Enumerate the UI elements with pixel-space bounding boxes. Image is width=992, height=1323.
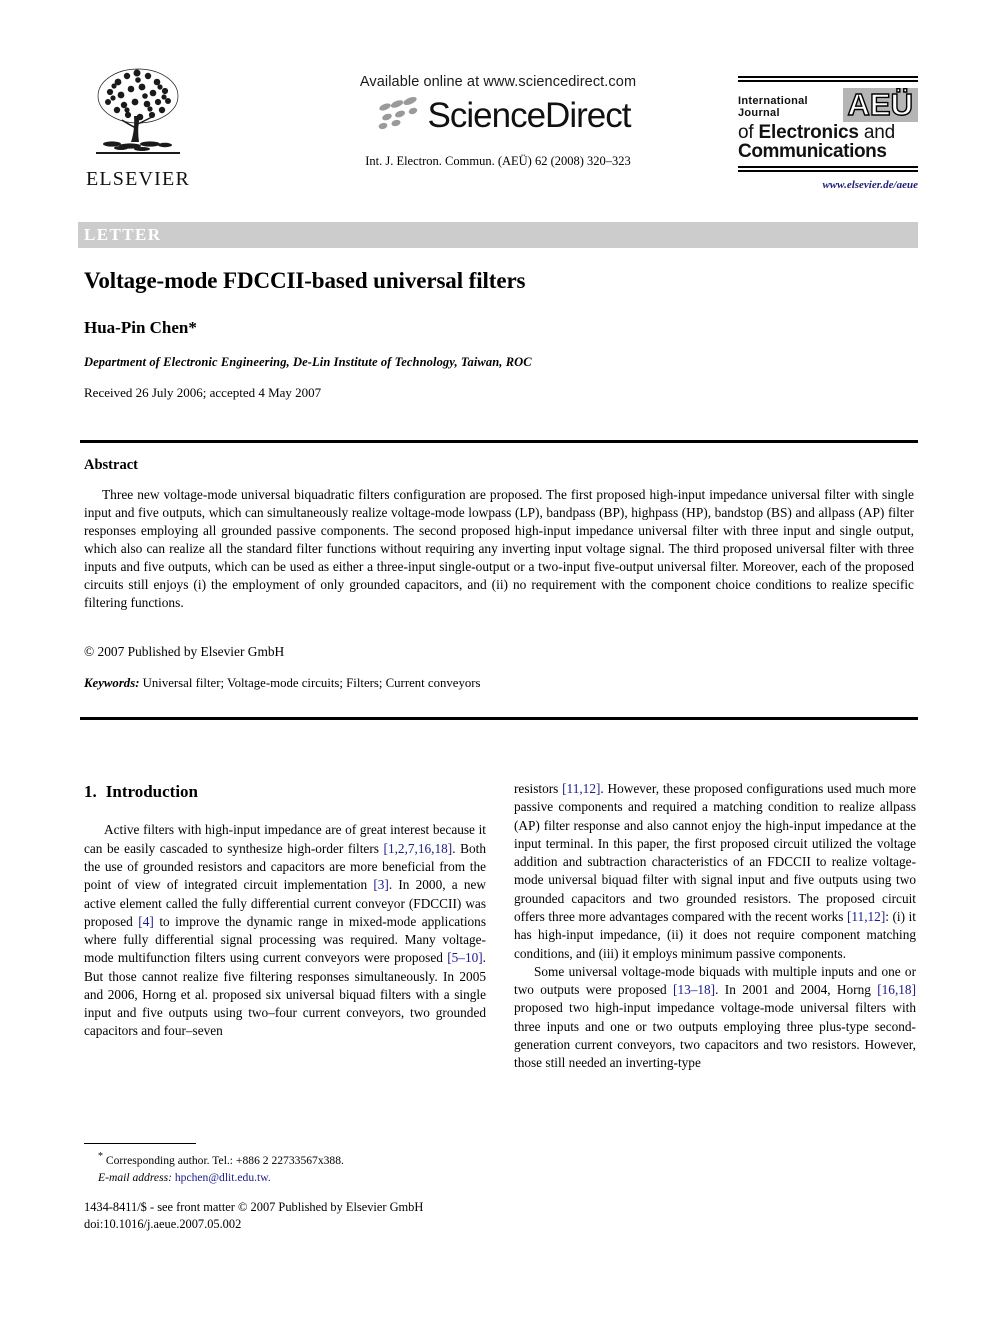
- elsevier-wordmark: ELSEVIER: [85, 168, 191, 190]
- abstract-text: Three new voltage-mode universal biquadr…: [84, 487, 914, 611]
- abstract-rule-bottom: [80, 717, 918, 720]
- logo-rule-bottom: [738, 165, 918, 172]
- author-affiliation: Department of Electronic Engineering, De…: [84, 355, 532, 369]
- page-title: Voltage-mode FDCCII-based universal filt…: [84, 268, 526, 293]
- sciencedirect-wordmark: ScienceDirect: [427, 95, 632, 135]
- journal-citation: Int. J. Electron. Commun. (AEÜ) 62 (2008…: [365, 154, 631, 168]
- journal-logo-row1: International Journal AEÜ: [738, 88, 918, 122]
- paragraph: Active filters with high-input impedance…: [84, 821, 486, 1040]
- international-journal-label: International Journal: [738, 95, 808, 119]
- sciencedirect-swoosh-icon: [378, 97, 417, 130]
- journal-url-link[interactable]: www.elsevier.de/aeue: [738, 179, 918, 191]
- journal-logo-electronics: Electronics: [758, 122, 859, 143]
- abstract-copyright: © 2007 Published by Elsevier GmbH: [84, 644, 285, 659]
- journal-logo: International Journal AEÜ of Electronics…: [738, 76, 918, 191]
- journal-logo-and: and: [858, 122, 895, 143]
- corresponding-author-footnote: * Corresponding author. Tel.: +886 2 227…: [84, 1150, 486, 1186]
- footnote-line-2: E-mail address: hpchen@dlit.edu.tw.: [84, 1170, 486, 1187]
- masthead: ELSEVIER Available online at www.science…: [78, 62, 918, 192]
- keywords-value: Universal filter; Voltage-mode circuits;…: [139, 676, 481, 690]
- journal-logo-communications: Communications: [738, 141, 887, 163]
- doi-line[interactable]: doi:10.1016/j.aeue.2007.05.002: [84, 1216, 514, 1233]
- citation-link[interactable]: [4]: [138, 914, 154, 929]
- email-address-label: E-mail address:: [98, 1170, 172, 1184]
- paragraph-text: proposed two high-input impedance voltag…: [514, 1000, 916, 1071]
- paper-page: ELSEVIER Available online at www.science…: [0, 0, 992, 1323]
- footnote-line-1: * Corresponding author. Tel.: +886 2 227…: [84, 1150, 486, 1170]
- paragraph: Some universal voltage-mode biquads with…: [514, 963, 916, 1073]
- received-accepted-dates: Received 26 July 2006; accepted 4 May 20…: [84, 385, 322, 400]
- logo-rule-top: [738, 76, 918, 82]
- email-address-link[interactable]: hpchen@dlit.edu.tw.: [172, 1171, 271, 1184]
- citation-link[interactable]: [11,12]: [847, 909, 885, 924]
- abstract-heading: Abstract: [84, 457, 138, 473]
- citation-link[interactable]: [11,12]: [562, 781, 600, 796]
- section-number: 1.: [84, 782, 97, 801]
- paragraph-text: resistors: [514, 781, 563, 796]
- keywords-line: Keywords: Universal filter; Voltage-mode…: [84, 676, 914, 691]
- available-online-text: Available online at www.sciencedirect.co…: [359, 74, 637, 90]
- citation-link[interactable]: [13–18]: [673, 982, 715, 997]
- journal-logo-of: of: [738, 122, 759, 143]
- elsevier-logo: ELSEVIER: [78, 62, 198, 191]
- citation-link[interactable]: [3]: [373, 877, 389, 892]
- author-name: Hua-Pin Chen*: [84, 318, 197, 337]
- citation-link[interactable]: [5–10]: [447, 950, 482, 965]
- sciencedirect-block: Available online at www.sciencedirect.co…: [288, 74, 708, 169]
- footnote-divider: [84, 1143, 196, 1144]
- abstract-rule-top: [80, 440, 918, 443]
- article-type-label: LETTER: [84, 225, 162, 244]
- body-column-left: 1. Introduction Active filters with high-…: [84, 780, 486, 1041]
- aeu-badge: AEÜ: [842, 87, 918, 122]
- citation-link[interactable]: [1,2,7,16,18]: [384, 841, 453, 856]
- keywords-label: Keywords:: [84, 676, 140, 690]
- paragraph-text: . In 2001 and 2004, Horng: [715, 982, 878, 998]
- footnote-corresponding-text: Corresponding author. Tel.: +886 2 22733…: [103, 1153, 344, 1167]
- section-heading-introduction: 1. Introduction: [84, 780, 486, 803]
- paragraph-text: . However, these proposed configurations…: [514, 781, 916, 924]
- aeu-badge-text: AEÜ: [847, 87, 914, 122]
- body-column-right: resistors [11,12]. However, these propos…: [514, 780, 916, 1073]
- article-type-band: LETTER: [78, 222, 918, 248]
- imprint-block: 1434-8411/$ - see front matter © 2007 Pu…: [84, 1199, 514, 1233]
- elsevier-tree-icon: [96, 68, 180, 154]
- citation-link[interactable]: [16,18]: [877, 982, 916, 997]
- front-matter-line: 1434-8411/$ - see front matter © 2007 Pu…: [84, 1200, 424, 1214]
- sciencedirect-logo: ScienceDirect: [288, 94, 708, 136]
- paragraph: resistors [11,12]. However, these propos…: [514, 780, 916, 963]
- section-title: Introduction: [105, 782, 199, 801]
- journal-logo-line2: of Electronics and: [738, 123, 918, 142]
